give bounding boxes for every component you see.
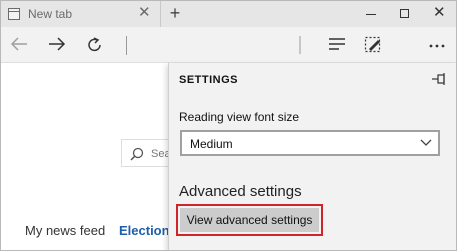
tab-close-icon[interactable]: ✕ (138, 5, 151, 21)
minimize-icon (366, 14, 376, 15)
my-news-feed-tab[interactable]: My news feed (25, 223, 105, 238)
advanced-settings-heading: Advanced settings (179, 183, 302, 200)
web-note-icon (364, 36, 381, 53)
font-size-value: Medium (190, 137, 233, 151)
pin-button[interactable] (432, 72, 448, 86)
minimize-button[interactable] (354, 1, 388, 27)
highlight-box: View advanced settings (176, 204, 323, 236)
maximize-button[interactable] (388, 1, 422, 27)
view-advanced-settings-button[interactable]: View advanced settings (180, 208, 319, 232)
page-icon (8, 8, 20, 20)
tab-title: New tab (28, 7, 73, 21)
divider-icon (299, 36, 301, 54)
pin-icon (432, 73, 445, 85)
refresh-button[interactable] (83, 31, 109, 59)
browser-window: New tab ✕ + ✕ Sea My news feed Election … (0, 0, 457, 251)
back-arrow-icon (10, 37, 27, 51)
settings-panel: SETTINGS Reading view font size Medium A… (168, 63, 456, 250)
window-controls: ✕ (354, 1, 456, 27)
divider (126, 36, 127, 55)
web-note-button[interactable] (361, 31, 387, 59)
new-tab-button[interactable]: + (164, 3, 186, 25)
forward-arrow-icon (49, 37, 66, 51)
favorites-bar-handle[interactable] (292, 31, 318, 59)
font-size-select[interactable]: Medium (180, 130, 440, 156)
more-actions-button[interactable] (425, 31, 451, 59)
settings-title: SETTINGS (179, 74, 239, 86)
tab-new-tab[interactable]: New tab ✕ (1, 1, 161, 27)
more-icon (429, 44, 445, 48)
close-icon: ✕ (433, 4, 446, 21)
hub-button[interactable] (325, 31, 351, 59)
back-button[interactable] (7, 31, 33, 59)
chevron-down-icon (420, 139, 432, 146)
refresh-icon (88, 37, 101, 52)
navigation-bar (1, 27, 456, 63)
forward-button[interactable] (45, 31, 71, 59)
tab-bar: New tab ✕ + ✕ (1, 1, 456, 27)
election-tab[interactable]: Election (119, 223, 170, 238)
font-size-label: Reading view font size (179, 110, 300, 124)
maximize-icon (400, 9, 409, 18)
hub-icon (329, 38, 345, 50)
close-window-button[interactable]: ✕ (422, 1, 456, 27)
search-icon (130, 147, 144, 161)
